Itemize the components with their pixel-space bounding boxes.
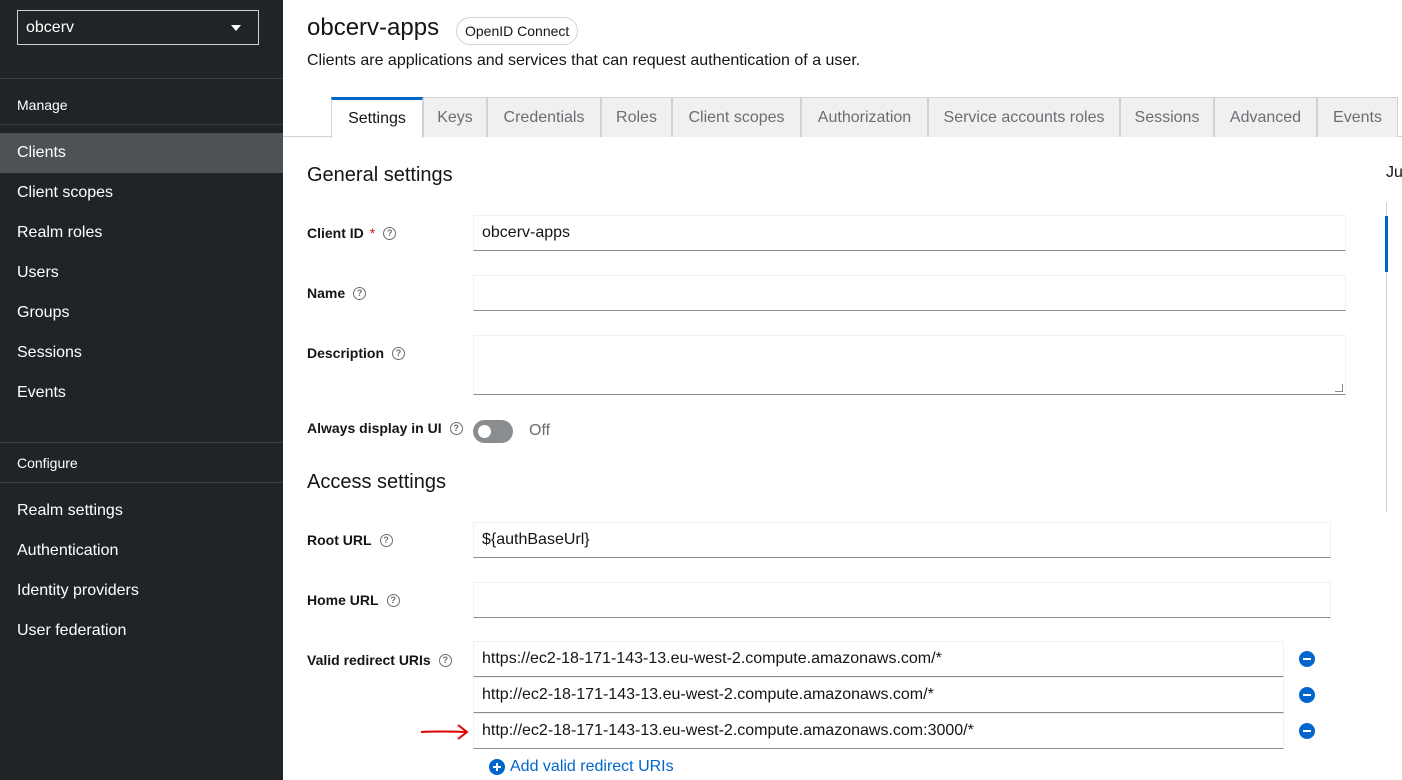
realm-selector[interactable]: obcerv — [17, 10, 259, 45]
add-redirect-uri-label: Add valid redirect URIs — [510, 758, 674, 775]
page-title: obcerv-apps — [307, 14, 440, 41]
sidebar-item-label: Groups — [17, 304, 70, 321]
access-settings-heading: Access settings — [307, 471, 446, 493]
tab-events[interactable]: Events — [1317, 97, 1398, 137]
name-label-text: Name — [307, 285, 346, 301]
sidebar: obcerv Manage Clients Client scopes Real… — [0, 0, 283, 780]
jump-to-section-label: Ju — [1386, 164, 1402, 181]
client-id-label: Client ID * ? — [307, 225, 397, 241]
sidebar-item-realm-roles[interactable]: Realm roles — [0, 213, 283, 253]
tab-credentials[interactable]: Credentials — [487, 97, 601, 137]
sidebar-item-clients[interactable]: Clients — [0, 133, 283, 173]
root-url-input[interactable]: ${authBaseUrl} — [473, 522, 1331, 558]
always-display-state: Off — [529, 422, 551, 439]
sidebar-item-events[interactable]: Events — [0, 373, 283, 413]
sidebar-item-label: Events — [17, 384, 66, 401]
help-icon[interactable]: ? — [353, 286, 367, 300]
always-display-label-text: Always display in UI — [307, 420, 442, 436]
sidebar-item-sessions[interactable]: Sessions — [0, 333, 283, 373]
sidebar-item-identity-providers[interactable]: Identity providers — [0, 571, 283, 611]
help-icon[interactable]: ? — [449, 421, 463, 435]
remove-redirect-uri-icon[interactable] — [1299, 723, 1315, 739]
help-icon[interactable]: ? — [438, 653, 452, 667]
sidebar-item-users[interactable]: Users — [0, 253, 283, 293]
remove-redirect-uri-icon[interactable] — [1299, 687, 1315, 703]
sidebar-item-client-scopes[interactable]: Client scopes — [0, 173, 283, 213]
remove-redirect-uri-icon[interactable] — [1299, 651, 1315, 667]
redirect-uri-input[interactable]: https://ec2-18-171-143-13.eu-west-2.comp… — [473, 641, 1284, 677]
root-url-label: Root URL ? — [307, 532, 393, 548]
sidebar-item-label: Identity providers — [17, 582, 139, 599]
home-url-input[interactable] — [473, 582, 1331, 618]
divider — [0, 442, 283, 443]
sidebar-item-label: Realm roles — [17, 224, 103, 241]
sidebar-item-label: Realm settings — [17, 502, 123, 519]
section-title-manage: Manage — [17, 97, 68, 113]
tab-keys[interactable]: Keys — [423, 97, 487, 137]
divider — [0, 124, 283, 125]
client-id-label-text: Client ID — [307, 225, 364, 241]
tab-sessions[interactable]: Sessions — [1120, 97, 1214, 137]
add-redirect-uri-link[interactable]: Add valid redirect URIs — [489, 758, 674, 776]
sidebar-item-realm-settings[interactable]: Realm settings — [0, 491, 283, 531]
tab-client-scopes[interactable]: Client scopes — [672, 97, 801, 137]
sidebar-item-label: Users — [17, 264, 59, 281]
home-url-label-text: Home URL — [307, 592, 379, 608]
jump-links-active-indicator[interactable] — [1385, 216, 1388, 272]
root-url-label-text: Root URL — [307, 532, 372, 548]
tab-roles[interactable]: Roles — [601, 97, 672, 137]
home-url-label: Home URL ? — [307, 592, 400, 608]
help-icon[interactable]: ? — [383, 226, 397, 240]
tab-service-accounts-roles[interactable]: Service accounts roles — [928, 97, 1120, 137]
realm-selector-label: obcerv — [26, 18, 75, 36]
protocol-badge: OpenID Connect — [456, 17, 579, 45]
client-id-input[interactable]: obcerv-apps — [473, 215, 1346, 251]
tab-settings[interactable]: Settings — [331, 97, 423, 138]
sidebar-item-label: User federation — [17, 622, 127, 639]
divider — [0, 78, 283, 79]
tab-authorization[interactable]: Authorization — [801, 97, 928, 137]
sidebar-item-label: Client scopes — [17, 184, 114, 201]
redirect-uris-label: Valid redirect URIs ? — [307, 652, 452, 668]
redirect-uri-input[interactable]: http://ec2-18-171-143-13.eu-west-2.compu… — [473, 677, 1284, 713]
sidebar-item-groups[interactable]: Groups — [0, 293, 283, 333]
description-label-text: Description — [307, 345, 385, 361]
sidebar-item-user-federation[interactable]: User federation — [0, 611, 283, 651]
caret-down-icon — [231, 25, 241, 31]
sidebar-item-label: Clients — [17, 144, 66, 161]
general-settings-heading: General settings — [307, 164, 453, 186]
description-textarea[interactable] — [473, 335, 1346, 395]
name-label: Name ? — [307, 285, 367, 301]
name-input[interactable] — [473, 275, 1346, 311]
redirect-uri-input[interactable]: http://ec2-18-171-143-13.eu-west-2.compu… — [473, 713, 1284, 749]
divider — [0, 482, 283, 483]
toggle-knob — [478, 425, 491, 438]
required-marker: * — [369, 225, 376, 241]
section-title-configure: Configure — [17, 455, 78, 471]
help-icon[interactable]: ? — [386, 593, 400, 607]
tab-advanced[interactable]: Advanced — [1214, 97, 1317, 137]
help-icon[interactable]: ? — [392, 346, 406, 360]
sidebar-item-label: Authentication — [17, 542, 119, 559]
plus-circle-icon — [489, 759, 505, 775]
always-display-label: Always display in UI ? — [307, 420, 463, 436]
help-icon[interactable]: ? — [379, 533, 393, 547]
page-subtitle: Clients are applications and services th… — [307, 52, 861, 69]
always-display-toggle[interactable] — [473, 420, 513, 443]
sidebar-item-label: Sessions — [17, 344, 82, 361]
sidebar-item-authentication[interactable]: Authentication — [0, 531, 283, 571]
description-label: Description ? — [307, 345, 406, 361]
redirect-uris-label-text: Valid redirect URIs — [307, 652, 431, 668]
resize-handle-icon[interactable] — [1335, 384, 1343, 392]
red-arrow-annotation-icon — [420, 724, 469, 740]
